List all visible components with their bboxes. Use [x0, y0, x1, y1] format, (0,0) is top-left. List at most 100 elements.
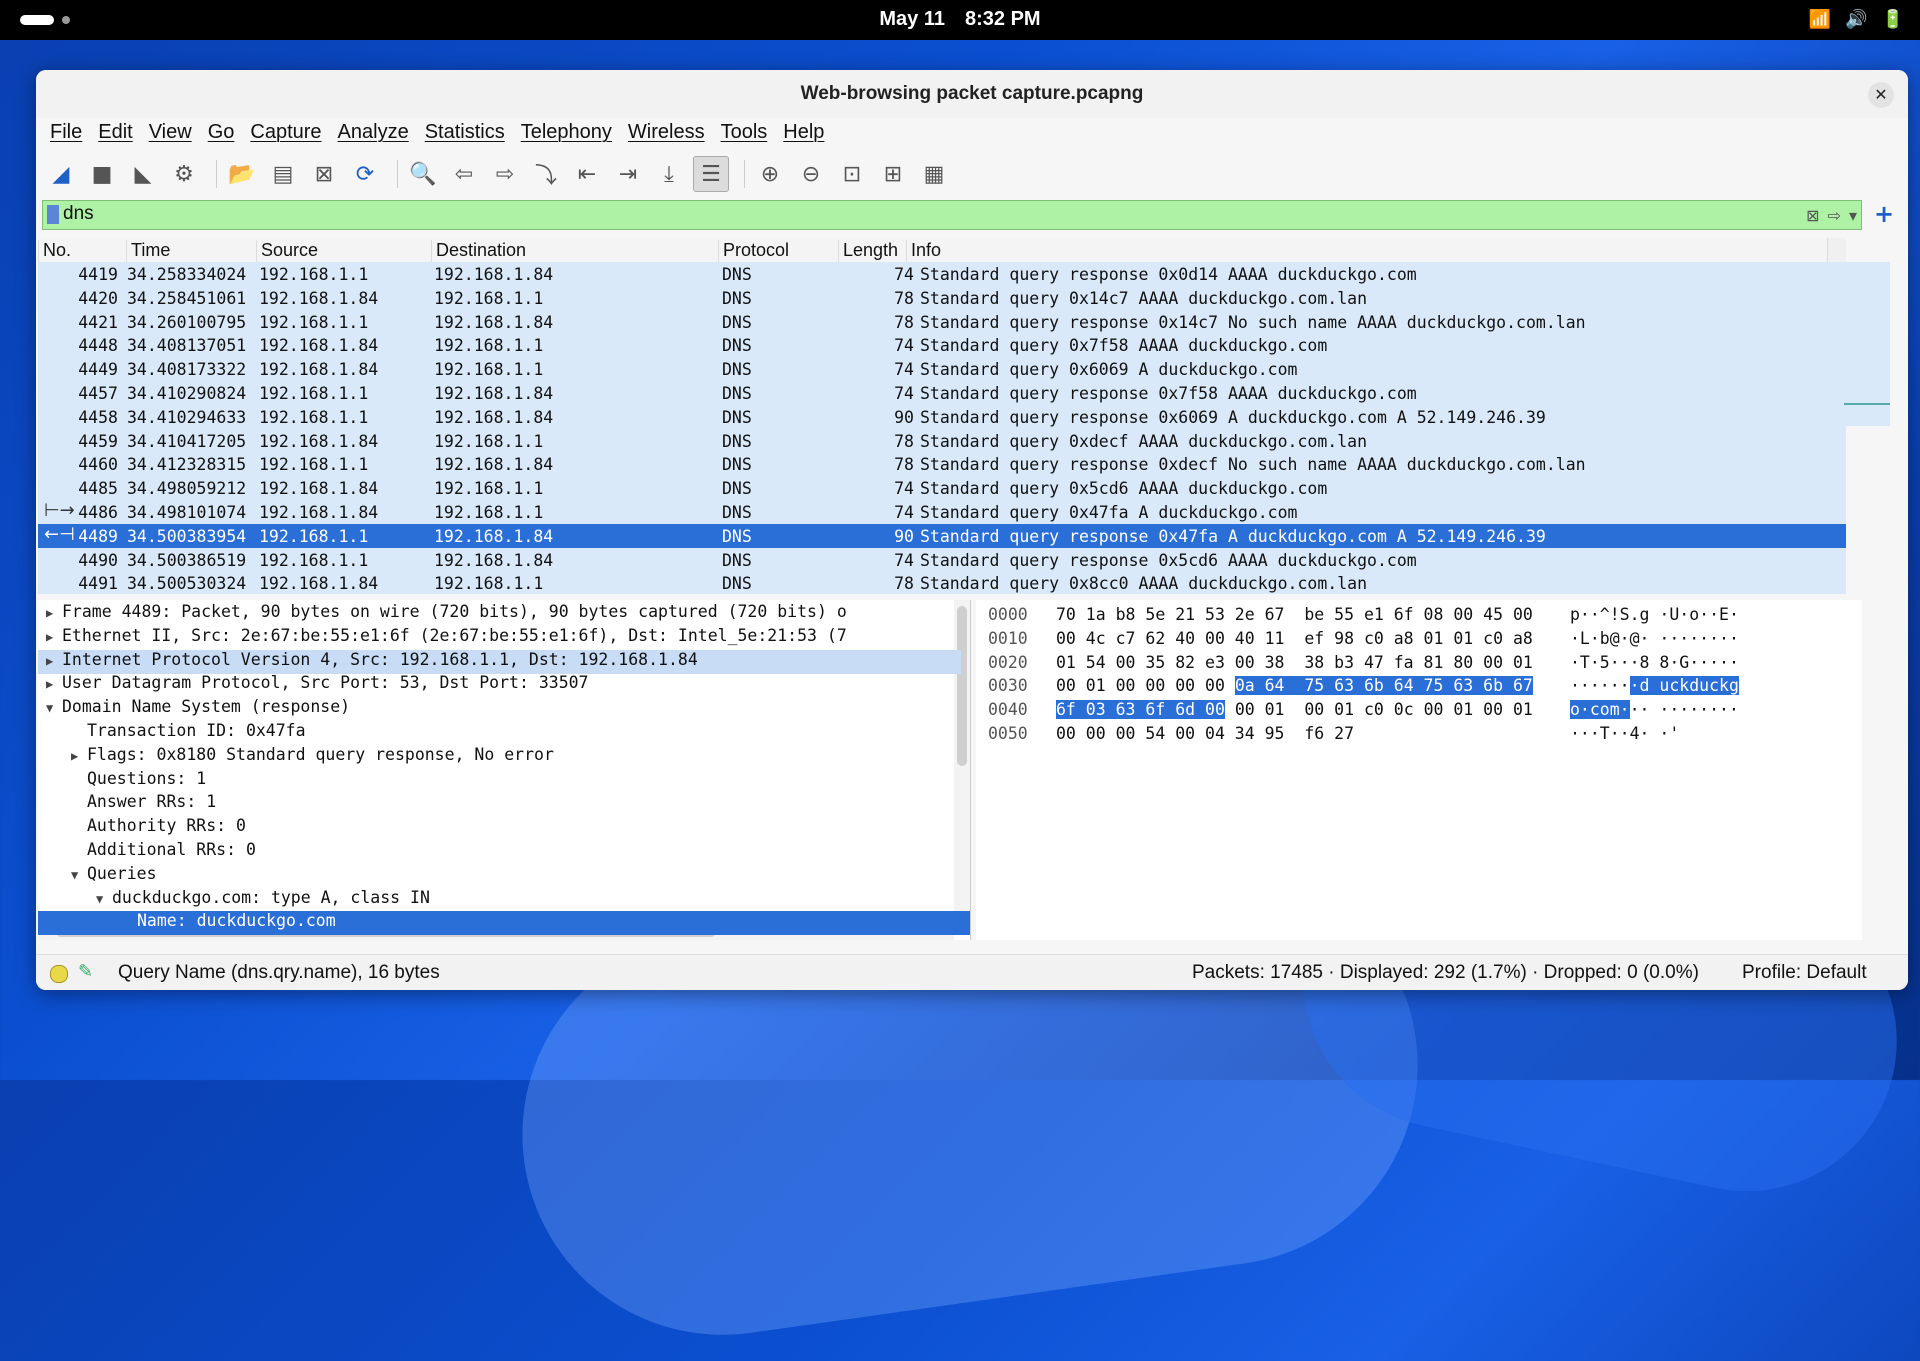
- expert-info-led-icon[interactable]: [50, 965, 68, 983]
- menu-telephony[interactable]: Telephony: [521, 118, 612, 148]
- go-forward-icon[interactable]: ⇨: [488, 157, 522, 191]
- chevron-right-icon[interactable]: ▶: [71, 749, 87, 763]
- go-to-packet-icon[interactable]: ⤵: [529, 157, 563, 191]
- menu-go[interactable]: Go: [208, 118, 235, 148]
- volume-icon[interactable]: 🔊: [1845, 9, 1867, 30]
- stop-capture-icon[interactable]: ■: [85, 157, 119, 191]
- packet-row[interactable]: 4460 34.412328315 192.168.1.1 192.168.1.84 D…: [38, 452, 1846, 477]
- normal-size-icon[interactable]: ⊡: [835, 157, 869, 191]
- hex-row[interactable]: 0000 70 1a b8 5e 21 53 2e 67 be 55 e1 6f …: [976, 602, 1856, 626]
- packet-no-cell: 4491: [78, 574, 118, 594]
- clock[interactable]: May 11 8:32 PM: [0, 8, 1920, 31]
- hex-bytes: 00 4c c7 62 40 00 40 11 ef 98 c0 a8 01 0…: [1056, 629, 1533, 648]
- detail-tree-item[interactable]: Transaction ID: 0x47fa: [38, 721, 970, 745]
- menu-edit[interactable]: Edit: [98, 118, 132, 148]
- menu-capture[interactable]: Capture: [250, 118, 321, 148]
- close-file-icon[interactable]: ⊠: [307, 157, 341, 191]
- detail-tree-item[interactable]: ▶ Frame 4489: Packet, 90 bytes on wire (7…: [38, 602, 961, 626]
- go-back-icon[interactable]: ⇦: [447, 157, 481, 191]
- chevron-down-icon[interactable]: ▼: [71, 868, 87, 882]
- detail-tree-item[interactable]: Name: duckduckgo.com: [38, 911, 970, 936]
- filter-bookmark-icon[interactable]: [47, 205, 59, 224]
- open-file-icon[interactable]: 📂: [225, 157, 259, 191]
- colorize-icon[interactable]: ☰: [693, 156, 729, 192]
- chevron-right-icon[interactable]: ▶: [46, 630, 62, 644]
- menu-statistics[interactable]: Statistics: [425, 118, 505, 148]
- chevron-down-icon[interactable]: ▼: [46, 701, 62, 715]
- chevron-down-icon[interactable]: ▼: [96, 892, 112, 906]
- zoom-out-icon[interactable]: ⊖: [794, 157, 828, 191]
- capture-options-icon[interactable]: ⚙: [167, 157, 201, 191]
- column-length[interactable]: Length: [838, 240, 909, 262]
- detail-tree-item[interactable]: Additional RRs: 0: [38, 840, 970, 864]
- save-file-icon[interactable]: ▤: [266, 157, 300, 191]
- column-source[interactable]: Source: [256, 240, 431, 262]
- detail-tree-item[interactable]: Questions: 1: [38, 769, 970, 793]
- packet-row[interactable]: 4457 34.410290824 192.168.1.1 192.168.1.84 D…: [38, 381, 1846, 405]
- battery-icon[interactable]: 🔋: [1882, 9, 1904, 30]
- resize-columns-icon[interactable]: ⊞: [876, 157, 910, 191]
- packet-row[interactable]: 4458 34.410294633 192.168.1.1 192.168.1.84 D…: [38, 404, 1846, 429]
- display-filter-input[interactable]: dns: [63, 203, 94, 225]
- packet-row[interactable]: 4489 34.500383954 192.168.1.1 192.168.1.84 D…: [38, 523, 1846, 548]
- detail-tree-item[interactable]: Authority RRs: 0: [38, 816, 970, 840]
- find-packet-icon[interactable]: 🔍: [406, 157, 440, 191]
- packet-row[interactable]: 4486 34.498101074 192.168.1.84 192.168.1.1 D…: [38, 500, 1846, 524]
- chevron-right-icon[interactable]: ▶: [46, 606, 62, 620]
- wifi-icon[interactable]: 📶: [1809, 9, 1831, 30]
- packet-row[interactable]: 4449 34.408173322 192.168.1.84 192.168.1.1 D…: [38, 357, 1846, 382]
- hex-ascii-selected: o·com·: [1570, 700, 1630, 720]
- detail-tree-item[interactable]: ▼ Domain Name System (response): [38, 697, 961, 721]
- first-packet-icon[interactable]: ⇤: [570, 157, 604, 191]
- packet-row[interactable]: 4459 34.410417205 192.168.1.84 192.168.1.1 D…: [38, 428, 1846, 453]
- start-capture-icon[interactable]: ◢: [44, 157, 78, 191]
- packet-row[interactable]: 4419 34.258334024 192.168.1.1 192.168.1.84 D…: [38, 262, 1846, 286]
- packet-minimap[interactable]: [1844, 262, 1890, 426]
- add-filter-button-icon[interactable]: +: [1874, 200, 1894, 228]
- hex-row[interactable]: 0030 00 01 00 00 00 00 0a 64 75 63 6b 64 …: [976, 673, 1856, 697]
- detail-tree-item[interactable]: ▶ Ethernet II, Src: 2e:67:be:55:e1:6f (2e…: [38, 626, 961, 650]
- menu-view[interactable]: View: [149, 118, 192, 148]
- hex-row[interactable]: 0040 6f 03 63 6f 6d 00 00 01 00 01 c0 0c …: [976, 697, 1856, 721]
- detail-tree-item[interactable]: ▶ Internet Protocol Version 4, Src: 192.1…: [38, 649, 961, 674]
- packet-row[interactable]: 4490 34.500386519 192.168.1.1 192.168.1.84 D…: [38, 547, 1846, 572]
- profile-selector[interactable]: Profile: Default: [1742, 962, 1867, 984]
- column-no[interactable]: No.: [38, 240, 129, 262]
- chevron-right-icon[interactable]: ▶: [46, 654, 62, 668]
- autoscroll-icon[interactable]: ⤓: [652, 157, 686, 191]
- packet-time-cell: 34.498101074: [127, 503, 247, 522]
- clear-filter-icon[interactable]: ⊠: [1806, 206, 1819, 225]
- chevron-right-icon[interactable]: ▶: [46, 677, 62, 691]
- restart-capture-icon[interactable]: ◣: [126, 157, 160, 191]
- menu-analyze[interactable]: Analyze: [338, 118, 409, 148]
- layout-icon[interactable]: ▦: [917, 157, 951, 191]
- close-button[interactable]: ✕: [1868, 82, 1894, 108]
- detail-tree-item[interactable]: ▶ Flags: 0x8180 Standard query response, …: [38, 745, 970, 769]
- packet-row[interactable]: 4420 34.258451061 192.168.1.84 192.168.1.1 D…: [38, 285, 1846, 310]
- hex-row[interactable]: 0010 00 4c c7 62 40 00 40 11 ef 98 c0 a8 …: [976, 626, 1856, 650]
- last-packet-icon[interactable]: ⇥: [611, 157, 645, 191]
- edit-comment-icon[interactable]: ✎: [78, 961, 93, 982]
- zoom-in-icon[interactable]: ⊕: [753, 157, 787, 191]
- detail-tree-item[interactable]: ▶ User Datagram Protocol, Src Port: 53, D…: [38, 673, 961, 697]
- detail-tree-item[interactable]: Answer RRs: 1: [38, 792, 970, 816]
- filter-history-chevron-down-icon[interactable]: ▾: [1849, 206, 1857, 225]
- detail-tree-item[interactable]: ▼ duckduckgo.com: type A, class IN: [38, 888, 970, 912]
- menu-file[interactable]: File: [50, 118, 82, 148]
- detail-tree-item[interactable]: ▼ Queries: [38, 864, 970, 888]
- apply-filter-icon[interactable]: ⇨: [1828, 206, 1841, 225]
- hex-row[interactable]: 0020 01 54 00 35 82 e3 00 38 38 b3 47 fa …: [976, 650, 1856, 674]
- menu-wireless[interactable]: Wireless: [628, 118, 705, 148]
- packet-row[interactable]: 4448 34.408137051 192.168.1.84 192.168.1.1 D…: [38, 333, 1846, 358]
- menu-help[interactable]: Help: [783, 118, 824, 148]
- packet-row[interactable]: 4485 34.498059212 192.168.1.84 192.168.1.1 D…: [38, 476, 1846, 501]
- column-info[interactable]: Info: [906, 240, 1831, 262]
- column-time[interactable]: Time: [126, 240, 257, 262]
- packet-row[interactable]: 4421 34.260100795 192.168.1.1 192.168.1.84 D…: [38, 309, 1846, 334]
- reload-file-icon[interactable]: ⟳: [348, 157, 382, 191]
- column-destination[interactable]: Destination: [431, 240, 668, 262]
- hex-row[interactable]: 0050 00 00 00 54 00 04 34 95 f6 27 ···T··4…: [976, 721, 1856, 745]
- menu-tools[interactable]: Tools: [721, 118, 768, 148]
- packet-row[interactable]: 4491 34.500530324 192.168.1.84 192.168.1.1 D…: [38, 571, 1846, 594]
- column-protocol[interactable]: Protocol: [718, 240, 839, 262]
